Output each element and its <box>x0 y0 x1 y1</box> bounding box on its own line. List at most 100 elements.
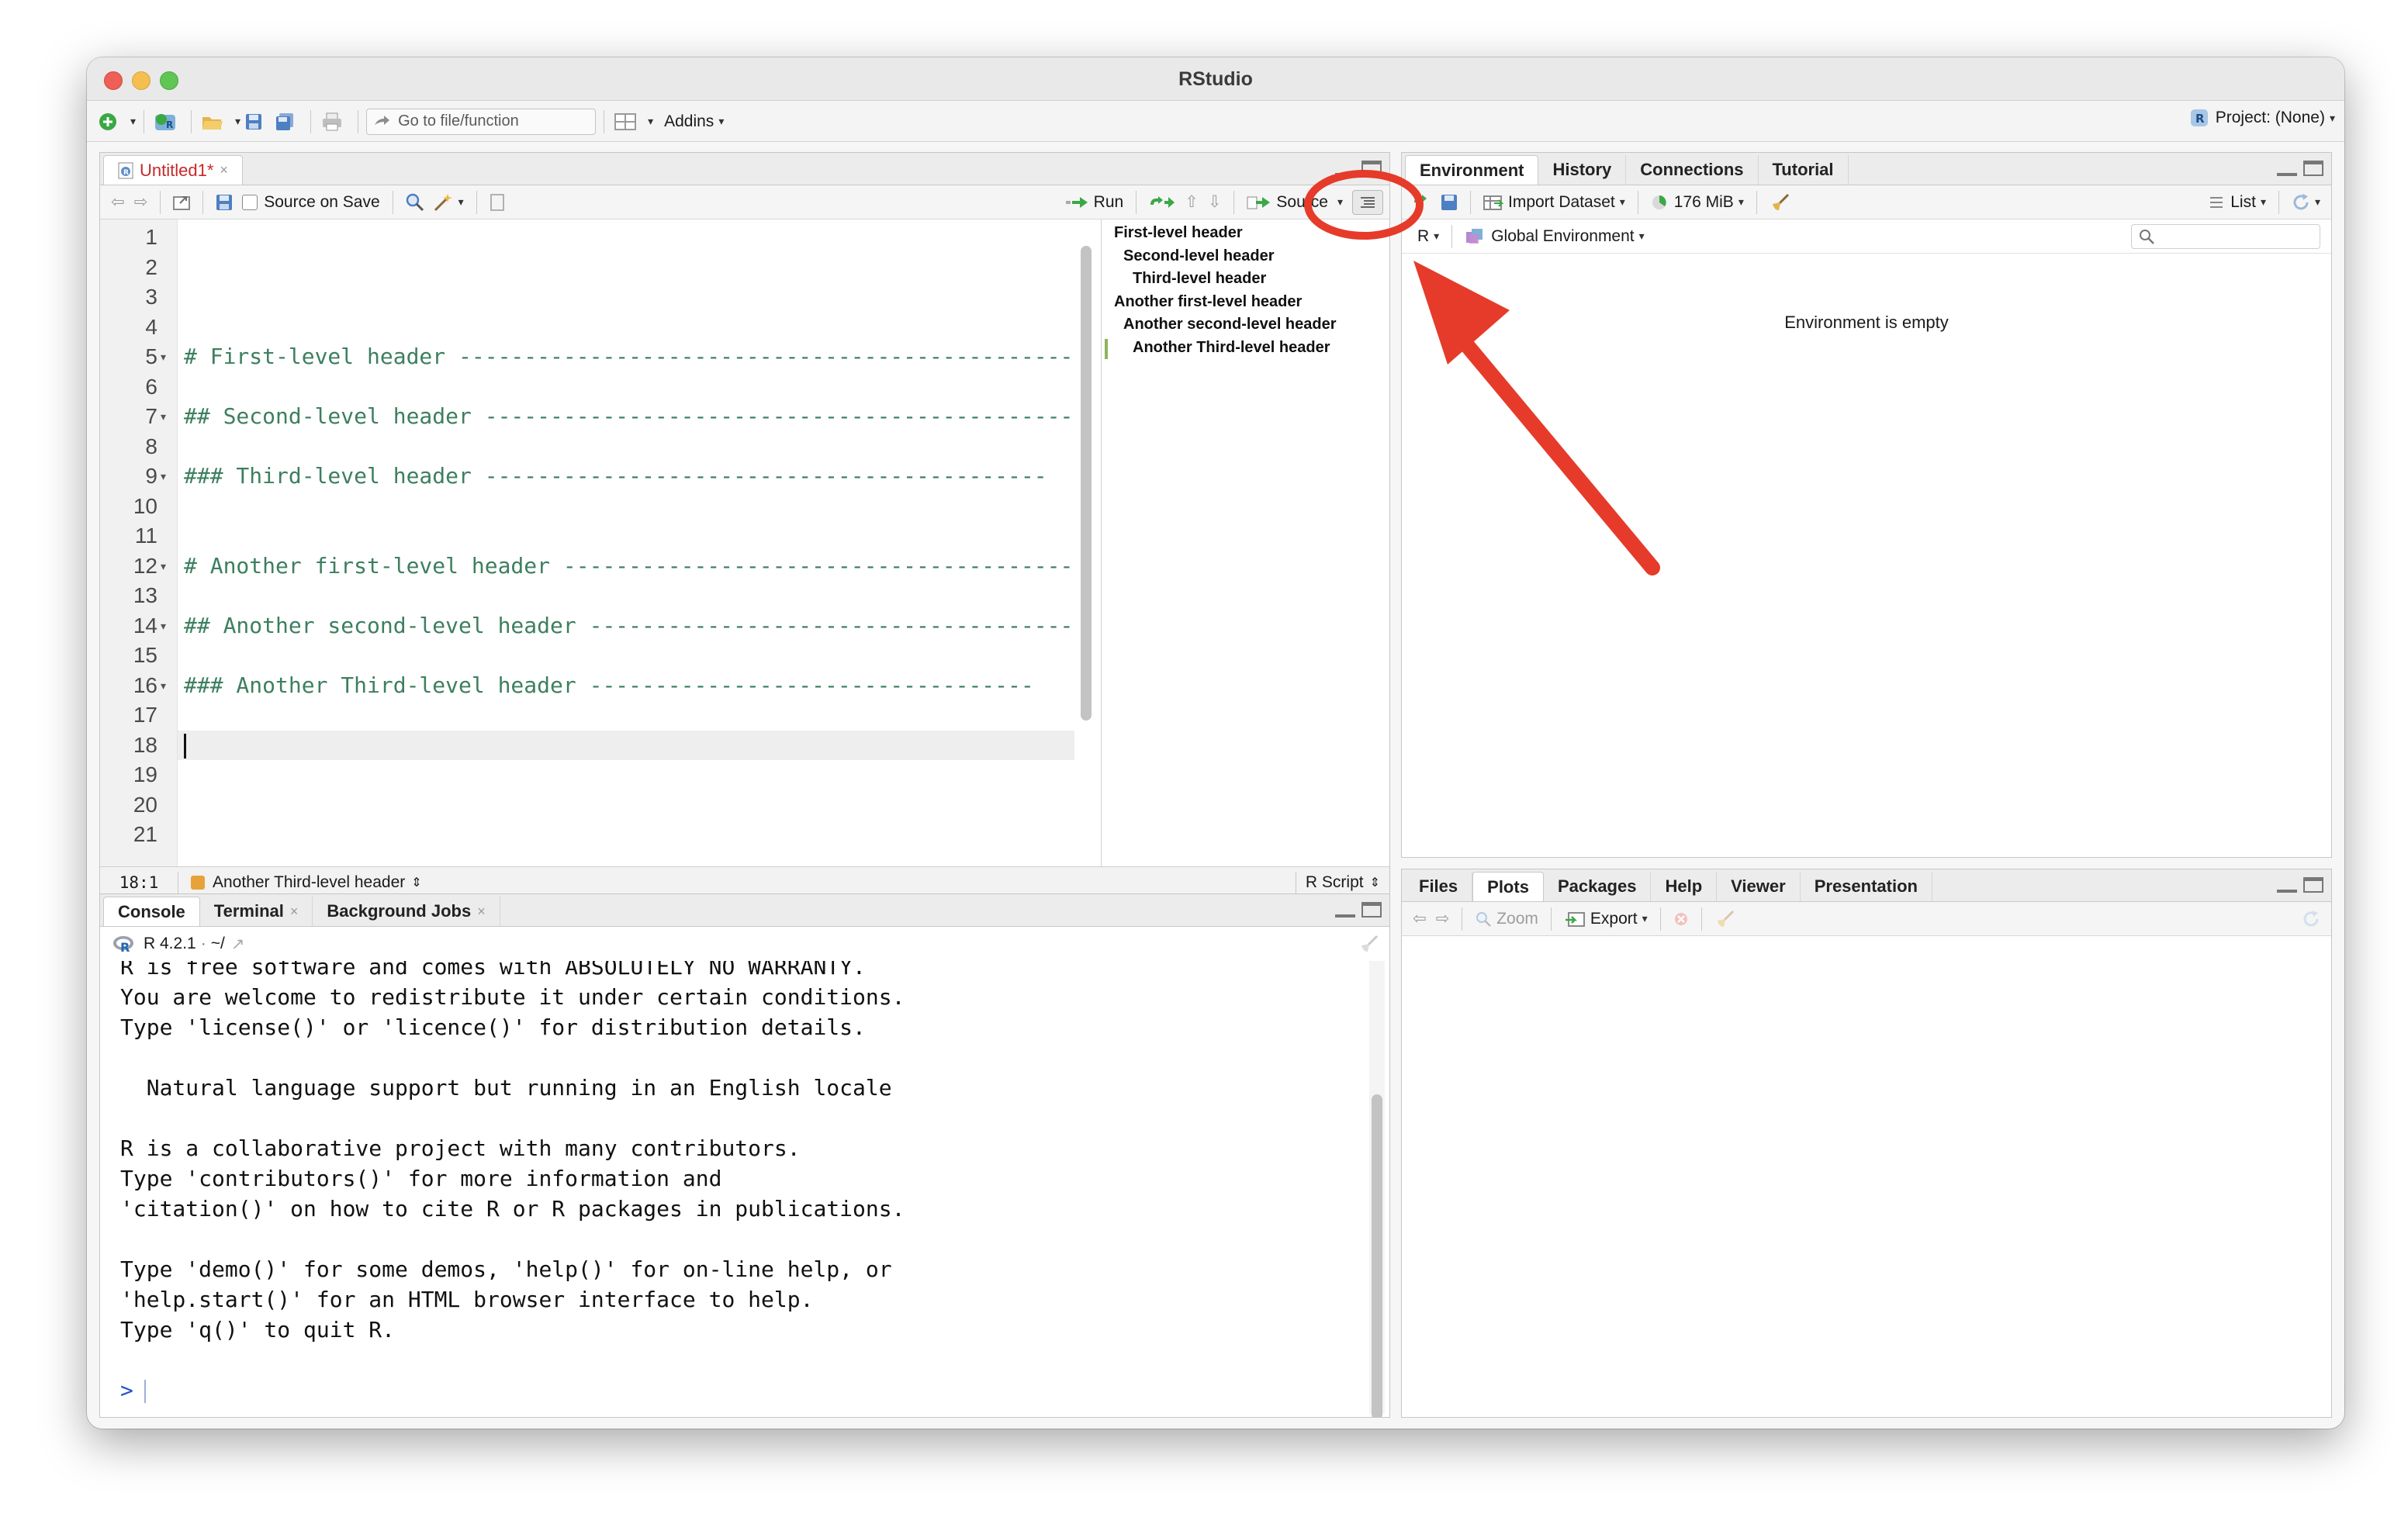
maximize-pane-icon[interactable] <box>1361 161 1382 176</box>
zoom-window-button[interactable] <box>160 71 178 90</box>
maximize-pane-icon[interactable] <box>2303 877 2323 893</box>
list-view-menu[interactable]: List ▾ <box>2204 189 2271 216</box>
new-project-icon[interactable]: R <box>152 109 178 135</box>
environment-search-input[interactable] <box>2131 224 2320 249</box>
refresh-plot-icon[interactable] <box>2297 906 2325 932</box>
fold-toggle-icon[interactable]: ▾ <box>161 461 173 491</box>
code-line[interactable]: # Another first-level header -----------… <box>184 551 1074 581</box>
close-tab-icon[interactable]: × <box>290 904 299 920</box>
minimize-pane-icon[interactable] <box>1335 907 1355 918</box>
run-button[interactable]: Run <box>1061 189 1129 216</box>
outline-item[interactable]: Another first-level header <box>1114 293 1302 311</box>
source-dropdown-icon[interactable]: ▾ <box>1337 195 1343 209</box>
console-scrollbar[interactable] <box>1372 1094 1382 1417</box>
next-plot-icon[interactable]: ⇨ <box>1431 906 1455 932</box>
language-menu[interactable]: R ▾ <box>1413 223 1444 250</box>
tab-terminal[interactable]: Terminal × <box>200 897 313 926</box>
save-icon[interactable] <box>211 189 237 216</box>
pane-layout-dropdown-icon[interactable]: ▾ <box>648 115 653 128</box>
rerun-icon[interactable] <box>1144 189 1180 216</box>
forward-icon[interactable]: ⇨ <box>130 189 153 216</box>
addins-menu[interactable]: Addins ▾ <box>659 109 728 135</box>
maximize-pane-icon[interactable] <box>2303 161 2323 176</box>
tab-files[interactable]: Files <box>1405 872 1473 901</box>
open-file-dropdown-icon[interactable]: ▾ <box>235 115 240 128</box>
open-file-icon[interactable] <box>199 109 226 135</box>
go-to-directory-icon[interactable]: ↗ <box>231 935 245 954</box>
export-menu[interactable]: Export ▾ <box>1559 906 1652 932</box>
outline-item[interactable]: Another second-level header <box>1123 316 1337 334</box>
source-button[interactable]: Source <box>1242 189 1333 216</box>
go-to-file-input[interactable]: Go to file/function <box>366 108 597 135</box>
outline-item[interactable]: Second-level header <box>1123 247 1275 265</box>
code-tools-wand-icon[interactable]: ▾ <box>429 189 469 216</box>
tab-packages[interactable]: Packages <box>1544 872 1652 901</box>
save-all-icon[interactable] <box>272 109 298 135</box>
import-dataset-menu[interactable]: Import Dataset ▾ <box>1479 189 1630 216</box>
section-jump-menu[interactable]: Another Third-level header ⇕ <box>186 869 427 896</box>
fold-toggle-icon[interactable]: ▾ <box>161 402 173 431</box>
maximize-pane-icon[interactable] <box>1361 902 1382 918</box>
tab-tutorial[interactable]: Tutorial <box>1759 155 1849 185</box>
code-line[interactable]: ## Second-level header -----------------… <box>184 402 1074 431</box>
console-prompt[interactable]: > <box>120 1375 146 1405</box>
code-line[interactable] <box>184 731 186 760</box>
tab-untitled1[interactable]: R Untitled1* × <box>103 155 243 185</box>
environment-scope-menu[interactable]: Global Environment ▾ <box>1460 223 1649 250</box>
outline-item[interactable]: Another Third-level header <box>1133 339 1330 357</box>
tab-background-jobs[interactable]: Background Jobs × <box>313 897 500 926</box>
minimize-pane-icon[interactable] <box>1335 165 1355 176</box>
remove-plot-icon[interactable] <box>1669 906 1694 932</box>
compile-report-icon[interactable] <box>485 189 510 216</box>
zoom-button[interactable]: Zoom <box>1470 906 1543 932</box>
outline-item[interactable]: First-level header <box>1114 224 1243 242</box>
document-outline-button[interactable] <box>1352 189 1383 215</box>
clear-console-broom-icon[interactable] <box>1354 931 1383 957</box>
fold-toggle-icon[interactable]: ▾ <box>161 342 173 372</box>
console-output[interactable]: R is free software and comes with ABSOLU… <box>100 961 1366 1417</box>
load-workspace-icon[interactable] <box>1408 189 1436 216</box>
minimize-window-button[interactable] <box>132 71 150 90</box>
file-type-menu[interactable]: R Script ⇕ <box>1296 869 1389 896</box>
previous-chunk-icon[interactable]: ⇧ <box>1180 189 1203 216</box>
tab-console[interactable]: Console <box>103 897 200 926</box>
code-editor[interactable]: # First-level header -------------------… <box>178 219 1074 866</box>
minimize-pane-icon[interactable] <box>2277 882 2297 893</box>
tab-environment[interactable]: Environment <box>1405 155 1539 185</box>
tab-plots[interactable]: Plots <box>1472 872 1544 901</box>
project-menu[interactable]: R Project: (None) ▾ <box>2189 108 2335 128</box>
pane-layout-icon[interactable] <box>612 109 638 135</box>
tab-help[interactable]: Help <box>1651 872 1718 901</box>
new-file-dropdown-icon[interactable]: ▾ <box>130 115 136 128</box>
fold-toggle-icon[interactable]: ▾ <box>161 611 173 641</box>
editor-vertical-scrollbar[interactable] <box>1081 246 1092 721</box>
next-chunk-icon[interactable]: ⇩ <box>1203 189 1226 216</box>
save-workspace-icon[interactable] <box>1436 189 1462 216</box>
code-line[interactable]: ### Third-level header -----------------… <box>184 461 1047 491</box>
tab-history[interactable]: History <box>1538 155 1627 185</box>
tab-connections[interactable]: Connections <box>1626 155 1759 185</box>
code-line[interactable]: # First-level header -------------------… <box>184 342 1074 372</box>
close-tab-icon[interactable]: × <box>220 162 228 178</box>
new-file-icon[interactable] <box>95 109 121 135</box>
fold-toggle-icon[interactable]: ▾ <box>161 671 173 700</box>
refresh-icon[interactable]: ▾ <box>2287 189 2325 216</box>
code-line[interactable]: ### Another Third-level header ---------… <box>184 671 1034 700</box>
save-icon[interactable] <box>240 109 267 135</box>
close-tab-icon[interactable]: × <box>477 904 486 920</box>
back-icon[interactable]: ⇦ <box>106 189 130 216</box>
tab-presentation[interactable]: Presentation <box>1801 872 1932 901</box>
fold-toggle-icon[interactable]: ▾ <box>161 551 173 581</box>
find-replace-icon[interactable] <box>401 189 429 216</box>
clear-objects-broom-icon[interactable] <box>1765 189 1794 216</box>
source-on-save-checkbox[interactable]: Source on Save <box>237 189 384 216</box>
previous-plot-icon[interactable]: ⇦ <box>1408 906 1431 932</box>
outline-item[interactable]: Third-level header <box>1133 270 1266 288</box>
memory-usage-menu[interactable]: 176 MiB ▾ <box>1646 189 1749 216</box>
show-in-window-icon[interactable] <box>168 189 195 216</box>
tab-viewer[interactable]: Viewer <box>1717 872 1801 901</box>
clear-plots-broom-icon[interactable] <box>1710 906 1739 932</box>
minimize-pane-icon[interactable] <box>2277 165 2297 176</box>
code-line[interactable]: ## Another second-level header ---------… <box>184 611 1074 641</box>
close-window-button[interactable] <box>104 71 123 90</box>
